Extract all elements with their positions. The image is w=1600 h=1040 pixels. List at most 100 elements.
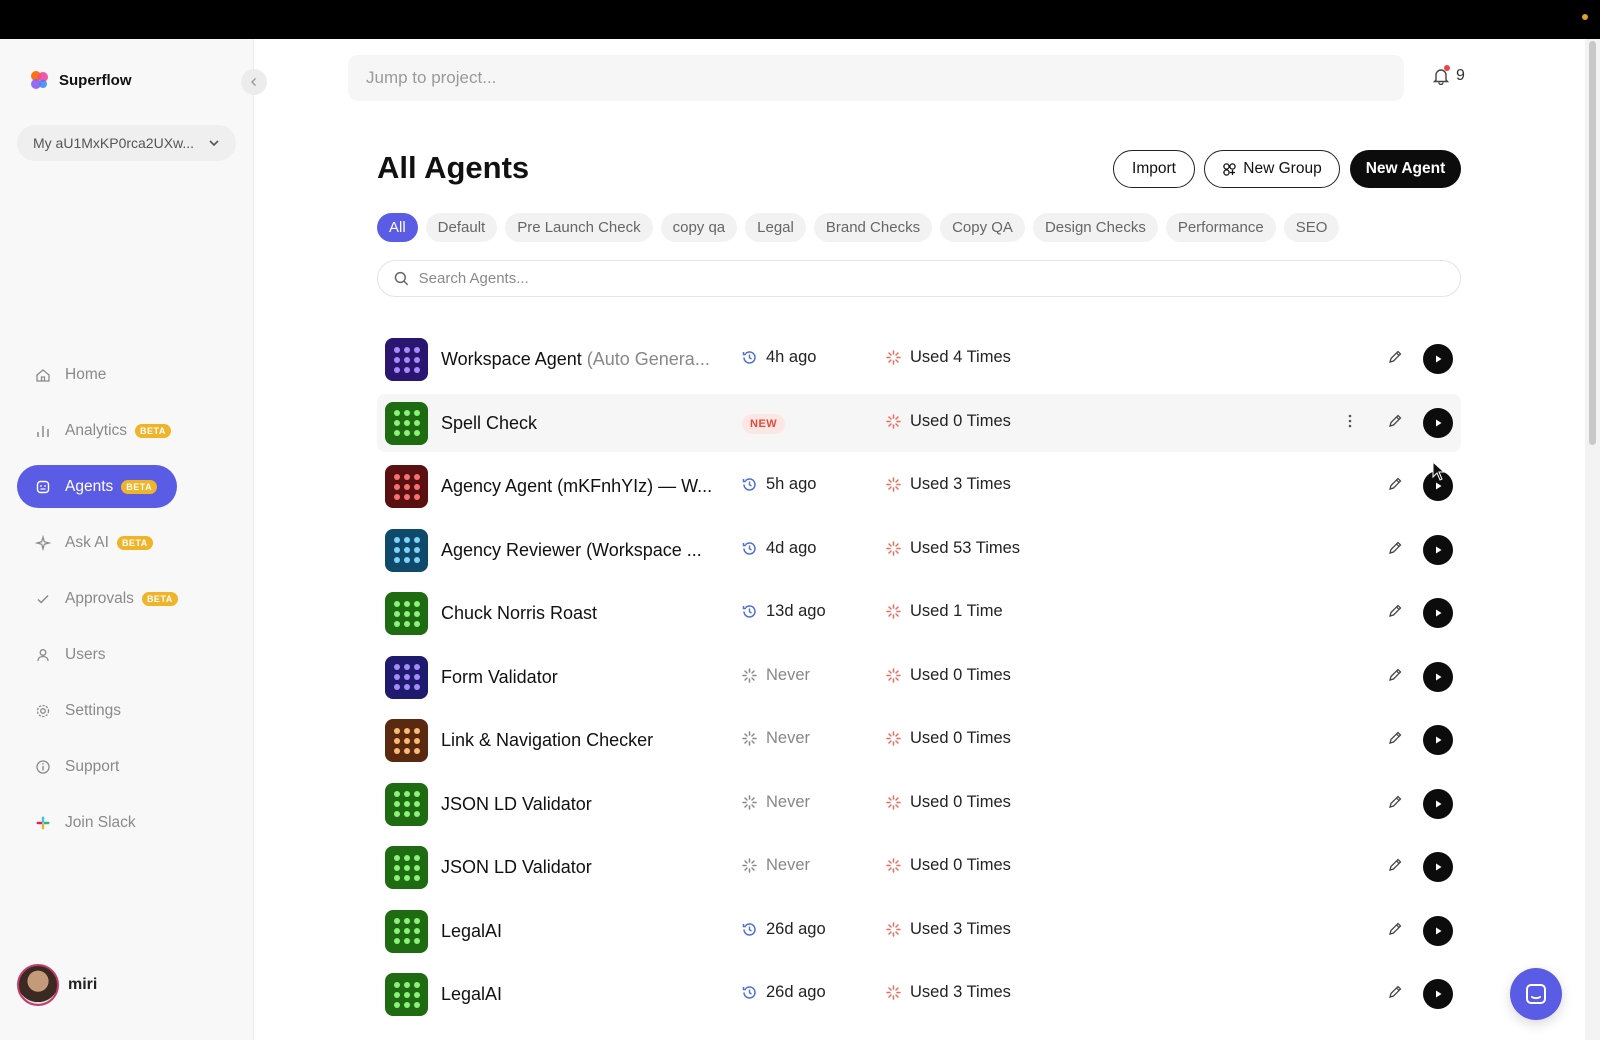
agent-row[interactable]: Agency Agent (mKFnhYIz) — W... 5h ago Used… [377,457,1461,515]
agent-row[interactable]: JSON LD Validator Never Used 0 Times [377,838,1461,896]
agent-name[interactable]: Agency Reviewer (Workspace ... [441,540,702,561]
edit-agent-button[interactable] [1387,667,1403,688]
last-run: Never [741,666,810,685]
agent-name[interactable]: JSON LD Validator [441,857,592,878]
run-agent-button[interactable] [1423,725,1453,755]
brand[interactable]: Superflow [28,69,132,91]
icon-dot [403,366,410,373]
agent-name[interactable]: Chuck Norris Roast [441,603,597,624]
agent-name[interactable]: Agency Agent (mKFnhYIz) — W... [441,476,712,497]
agent-name-text: JSON LD Validator [441,793,592,814]
run-agent-button[interactable] [1423,979,1453,1009]
collapse-sidebar-button[interactable] [241,69,267,95]
notifications-button[interactable]: 9 [1432,65,1465,85]
play-icon [1436,673,1442,680]
agent-name[interactable]: Workspace Agent (Auto Genera... [441,349,710,370]
run-agent-button[interactable] [1423,915,1453,946]
filter-chip[interactable]: Copy QA [940,213,1025,242]
filter-chip[interactable]: Performance [1165,213,1276,242]
search-agents[interactable] [377,260,1461,297]
sidebar-item-users[interactable]: Users [17,633,237,676]
history-icon [742,986,756,999]
run-agent-button[interactable] [1423,534,1453,565]
edit-agent-button[interactable] [1387,476,1403,497]
jump-to-project-search[interactable] [348,55,1404,101]
agent-name[interactable]: Form Validator [441,667,558,688]
agent-name[interactable]: Link & Navigation Checker [441,730,653,751]
edit-agent-button[interactable] [1387,349,1403,370]
agent-name[interactable]: LegalAI [441,984,502,1005]
agent-name[interactable]: LegalAI [441,921,502,942]
icon-dot [403,483,410,490]
scrollbar[interactable] [1585,39,1600,1040]
filter-chip[interactable]: All [377,213,418,242]
icon-dot [403,801,410,807]
icon-dot [413,420,420,426]
jump-to-project-input[interactable] [366,68,1386,88]
agent-row[interactable]: LegalAI 26d ago Used 3 Times [377,902,1461,960]
icon-dot [403,356,410,363]
agent-row[interactable]: Form Validator Never Used 0 Times [377,648,1461,706]
run-agent-button[interactable] [1423,852,1453,882]
icon-dot [413,356,420,363]
run-agent-button[interactable] [1423,407,1453,438]
usage-text: Used 1 Time [910,602,1003,620]
filter-chip[interactable]: Design Checks [1032,213,1158,242]
chat-support-button[interactable] [1510,968,1562,1020]
user-profile[interactable]: miri [17,964,97,1006]
agent-row[interactable]: JSON LD Validator Never Used 0 Times [377,775,1461,833]
icon-dot [403,854,410,861]
edit-agent-button[interactable] [1387,921,1403,942]
edit-agent-button[interactable] [1387,540,1403,561]
filter-chip[interactable]: Brand Checks [813,213,933,242]
sidebar-item-settings[interactable]: Settings [17,689,237,732]
run-agent-button[interactable] [1423,598,1453,628]
edit-agent-button[interactable] [1387,603,1403,624]
new-agent-button[interactable]: New Agent [1350,150,1461,188]
filter-chip[interactable]: Default [425,213,498,242]
filter-chip[interactable]: Pre Launch Check [505,213,653,242]
edit-agent-button[interactable] [1387,413,1403,434]
edit-agent-button[interactable] [1387,794,1403,815]
agent-row[interactable]: Chuck Norris Roast 13d ago Used 1 Time [377,584,1461,642]
agent-name[interactable]: JSON LD Validator [441,794,592,815]
agent-name[interactable]: Spell Check [441,413,537,434]
edit-agent-button[interactable] [1387,984,1403,1005]
agent-row[interactable]: Workspace Agent (Auto Genera... 4h ago Use… [377,330,1461,388]
edit-agent-button[interactable] [1387,857,1403,878]
sidebar-item-analytics[interactable]: Analytics BETA [17,409,237,452]
run-agent-button[interactable] [1423,344,1453,374]
sidebar-item-home[interactable]: Home [17,353,237,396]
run-agent-button[interactable] [1423,661,1453,692]
filter-chip[interactable]: Legal [745,213,806,242]
sidebar-item-approvals[interactable]: Approvals BETA [17,577,237,620]
search-agents-input[interactable] [418,270,1444,287]
import-button[interactable]: Import [1113,150,1195,188]
icon-dot [403,811,410,817]
sidebar-item-agents[interactable]: Agents BETA [17,465,177,508]
chevron-left-icon [251,78,256,86]
agent-avatar-icon [385,655,428,699]
agent-row[interactable]: Agency Reviewer (Workspace ... 4d ago Used… [377,521,1461,579]
new-group-button[interactable]: New Group [1204,150,1340,188]
sidebar-item-ask-ai[interactable]: Ask AI BETA [17,521,237,564]
icon-dot [403,493,410,500]
agent-avatar-icon [385,401,428,445]
edit-agent-button[interactable] [1387,730,1403,751]
more-options-button[interactable] [1347,413,1353,434]
sidebar-item-support[interactable]: Support [17,745,237,788]
run-agent-button[interactable] [1423,788,1453,819]
last-run-text: Never [766,856,811,874]
chat-icon [1526,984,1546,1004]
filter-chip[interactable]: copy qa [660,213,738,242]
agent-row[interactable]: LegalAI 26d ago Used 3 Times [377,965,1461,1023]
sidebar-item-join-slack[interactable]: Join Slack [17,801,237,844]
agent-name-text: JSON LD Validator [441,857,592,877]
filter-chip[interactable]: SEO [1283,213,1340,242]
agent-row[interactable]: Spell Check NEW Used 0 Times [377,393,1461,452]
workspace-selector[interactable]: My aU1MxKP0rca2UXw... [17,125,236,161]
scrollbar-thumb[interactable] [1589,41,1596,445]
icon-dot [393,727,400,734]
last-run: Never [741,793,810,812]
agent-row[interactable]: Link & Navigation Checker Never Used 0 Tim… [377,711,1461,769]
